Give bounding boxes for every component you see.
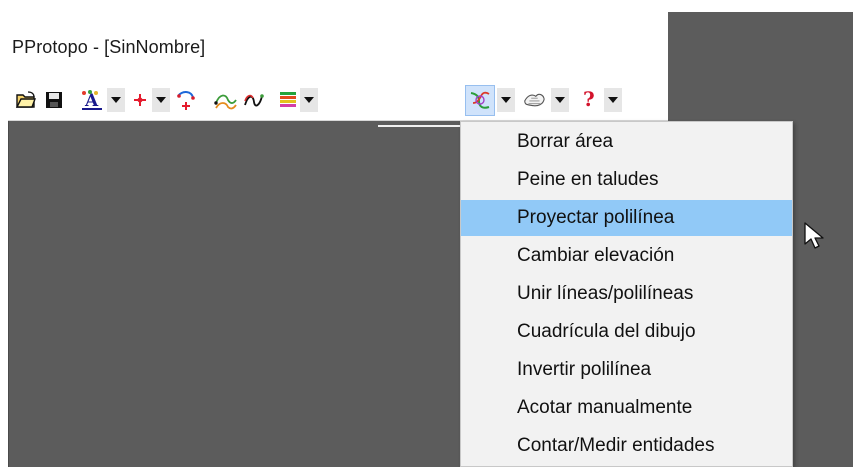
menu-item-cambiar-elevacion[interactable]: Cambiar elevación (461, 238, 792, 274)
help-dropdown[interactable] (604, 88, 622, 112)
text-style-dropdown[interactable] (107, 88, 125, 112)
open-file-icon[interactable] (14, 88, 38, 112)
polyline-icon[interactable] (243, 88, 267, 112)
title-bar[interactable]: PProtopo - [SinNombre] (8, 12, 668, 78)
menu-item-unir-lineas-polilineas[interactable]: Unir líneas/polilíneas (461, 276, 792, 312)
help-icon[interactable]: ? (576, 88, 600, 112)
save-icon[interactable] (42, 88, 66, 112)
polyline-tools-dropdown[interactable] (497, 88, 515, 112)
screen: PProtopo - [SinNombre] A ? Borrar área P… (0, 0, 853, 467)
window-title: PProtopo - [SinNombre] (12, 36, 206, 57)
menu-item-cuadricula-del-dibujo[interactable]: Cuadrícula del dibujo (461, 314, 792, 350)
menu-item-acotar-manualmente[interactable]: Acotar manualmente (461, 390, 792, 426)
menu-anchor-line (378, 125, 460, 127)
color-layers-dropdown[interactable] (300, 88, 318, 112)
point-dropdown[interactable] (152, 88, 170, 112)
curve-point-icon[interactable] (174, 88, 198, 112)
menu-item-contar-medir-entidades[interactable]: Contar/Medir entidades (461, 428, 792, 464)
surface-icon[interactable] (522, 88, 546, 112)
polyline-tools-menu: Borrar área Peine en taludes Proyectar p… (460, 121, 793, 467)
contour-icon[interactable] (214, 88, 238, 112)
menu-item-peine-en-taludes[interactable]: Peine en taludes (461, 162, 792, 198)
text-style-icon[interactable]: A (80, 88, 104, 112)
svg-text:?: ? (583, 88, 595, 111)
color-layers-icon[interactable] (276, 88, 300, 112)
window-header: PProtopo - [SinNombre] A ? (8, 12, 668, 121)
toolbar: A ? (14, 80, 668, 120)
surface-dropdown[interactable] (551, 88, 569, 112)
mouse-cursor-icon (804, 222, 824, 249)
menu-item-invertir-polilinea[interactable]: Invertir polilínea (461, 352, 792, 388)
polyline-tools-icon[interactable] (468, 88, 492, 112)
menu-item-borrar-area[interactable]: Borrar área (461, 124, 792, 160)
point-icon[interactable] (128, 88, 152, 112)
menu-item-proyectar-polilinea[interactable]: Proyectar polilínea (461, 200, 792, 236)
